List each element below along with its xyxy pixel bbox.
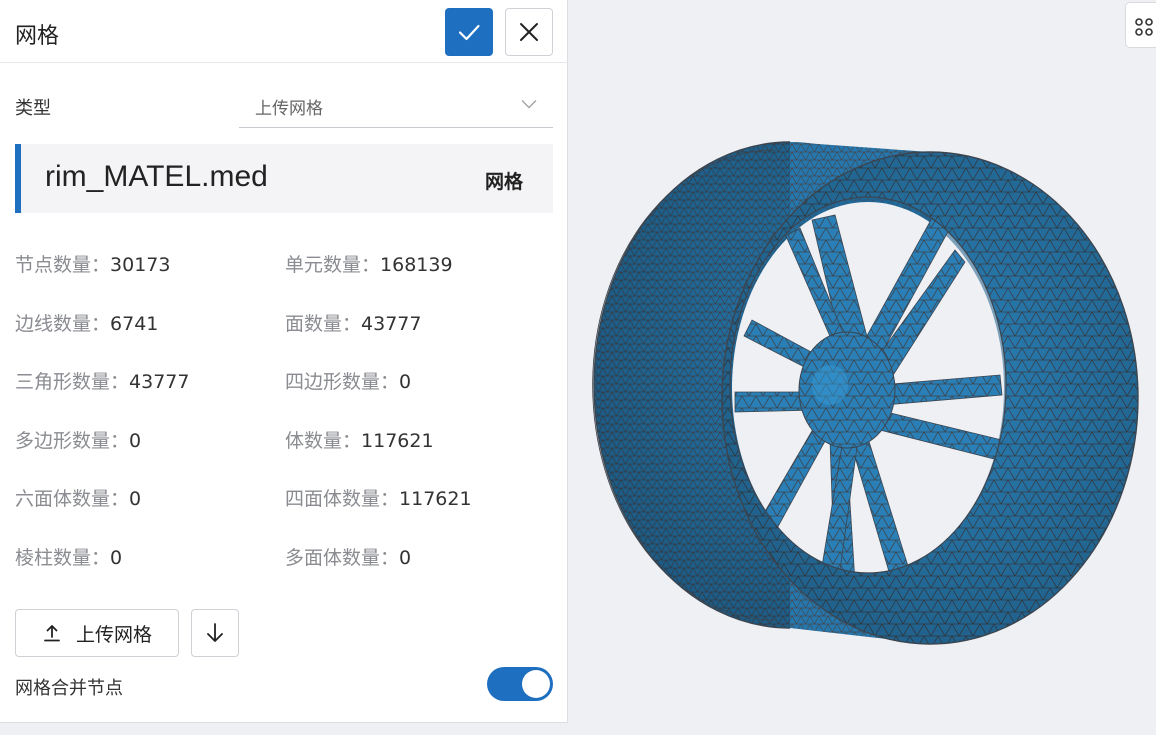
panel-header: 网格 bbox=[0, 0, 568, 63]
mesh-file-tag: 网格 bbox=[484, 171, 523, 193]
upload-mesh-label: 上传网格 bbox=[75, 624, 152, 646]
upload-mesh-button[interactable]: 上传网格 bbox=[15, 609, 179, 657]
download-button[interactable] bbox=[191, 609, 239, 657]
close-button[interactable] bbox=[505, 8, 553, 56]
stat-hexahedron-count: 六面体数量：0 bbox=[15, 488, 142, 510]
stat-triangle-count: 三角形数量：43777 bbox=[15, 371, 190, 393]
mesh-file-card: rim_MATEL.med 网格 bbox=[15, 144, 553, 213]
stat-tetrahedron-count: 四面体数量：117621 bbox=[285, 488, 472, 510]
stat-polygon-count: 多边形数量：0 bbox=[15, 430, 142, 452]
3d-viewport[interactable] bbox=[569, 0, 1156, 735]
stat-edge-count: 边线数量：6741 bbox=[15, 313, 159, 335]
stat-element-count: 单元数量：168139 bbox=[285, 254, 453, 276]
merge-nodes-toggle[interactable] bbox=[487, 667, 553, 701]
check-icon bbox=[458, 24, 480, 41]
close-icon bbox=[520, 23, 538, 41]
wheel-rim-mesh[interactable] bbox=[569, 0, 1156, 735]
type-select-value: 上传网格 bbox=[255, 99, 323, 119]
confirm-button[interactable] bbox=[445, 8, 493, 56]
merge-nodes-label: 网格合并节点 bbox=[15, 678, 123, 699]
viewport-toolbar-button[interactable] bbox=[1125, 2, 1156, 48]
file-card-accent-bar bbox=[15, 144, 21, 213]
stat-face-count: 面数量：43777 bbox=[285, 313, 422, 335]
toggle-knob bbox=[522, 670, 550, 698]
mesh-panel: 网格 类型 上传网格 rim_MATEL.med 网格 节点数量：30173 单… bbox=[0, 0, 568, 723]
stat-quadrangle-count: 四边形数量：0 bbox=[285, 371, 412, 393]
type-label: 类型 bbox=[15, 98, 51, 119]
download-arrow-icon bbox=[207, 623, 223, 642]
stat-volume-count: 体数量：117621 bbox=[285, 430, 434, 452]
stat-node-count: 节点数量：30173 bbox=[15, 254, 171, 276]
panel-title: 网格 bbox=[15, 24, 60, 49]
stat-polyhedron-count: 多面体数量：0 bbox=[285, 547, 412, 569]
mesh-file-name: rim_MATEL.med bbox=[45, 160, 268, 193]
upload-icon bbox=[44, 625, 60, 642]
stat-prism-count: 棱柱数量：0 bbox=[15, 547, 123, 569]
chevron-down-icon bbox=[521, 100, 537, 109]
type-select[interactable]: 上传网格 bbox=[239, 82, 553, 128]
grid-dots-icon bbox=[1135, 18, 1153, 36]
